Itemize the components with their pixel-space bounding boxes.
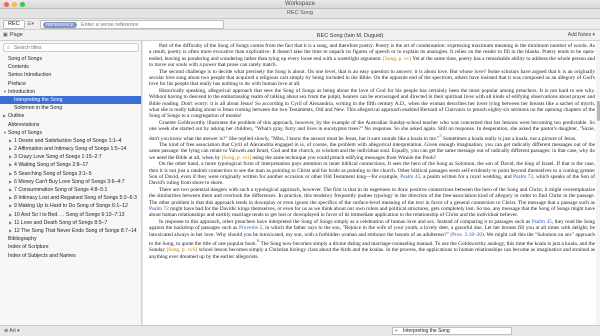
tab-rec-song[interactable]: REC Song <box>0 10 600 16</box>
toc-tree: Song of Songs Contents Series Introduction… <box>0 55 141 260</box>
add-notes-button[interactable]: Add Notes ▾ <box>568 32 595 38</box>
paragraph: Historically speaking, allegorical appro… <box>149 87 595 120</box>
location-field[interactable]: ⌖ Interpreting the Song <box>392 327 512 335</box>
reference-token[interactable]: REFERENCE <box>43 22 77 28</box>
toc-item[interactable]: Abbreviations <box>0 121 141 129</box>
sidebar-toggle-icon[interactable]: ▣ <box>3 32 8 38</box>
toc-item-label: 11 Love and Death Song of Songs 8:5–7 <box>14 219 108 226</box>
toc-item[interactable]: Index of Subjects and Names <box>0 252 141 260</box>
toc-item-label: 6 Money Can't Buy Love Song of Songs 3:6… <box>14 178 125 185</box>
scrollbar[interactable] <box>596 41 600 325</box>
toc-item[interactable]: Song of Songs <box>0 55 141 63</box>
scrollbar-thumb[interactable] <box>596 101 600 121</box>
table-of-contents-sidebar: ⌕ Song of Songs ContentsSeries Introducti… <box>0 41 142 325</box>
paragraph: The kind of free association that Cyril … <box>149 141 595 161</box>
toc-item[interactable]: Contents <box>0 63 141 71</box>
toc-item-label: 12 The Song That Never Ends Song of Song… <box>14 227 137 234</box>
toc-item[interactable]: ▶ 1 Desire and Satisfaction Song of Songs… <box>0 137 141 145</box>
toc-item-label: Introduction <box>8 88 36 95</box>
page-reference[interactable]: [Song, p. xvi] <box>222 155 251 161</box>
document-pane: Part of the difficulty of the Song of So… <box>143 41 600 325</box>
toc-item-label: Song of Songs <box>8 129 43 136</box>
toc-item-label: Interpreting the Song <box>14 96 63 103</box>
sidebar-search[interactable]: ⌕ <box>3 43 139 52</box>
toc-item-label: 7 Consummation Song of Songs 4:8–5:1 <box>14 187 108 193</box>
document-body: Part of the difficulty of the Song of So… <box>143 41 600 260</box>
toc-item[interactable]: Bibliography <box>0 235 141 243</box>
toc-item[interactable]: ▶ 7 Consummation Song of Songs 4:8–5:1 <box>0 186 141 194</box>
search-icon: ⌕ <box>7 45 10 51</box>
toc-item[interactable]: Index of Scripture <box>0 243 141 251</box>
status-bar: ⊕ Art ▾ ⌖ Interpreting the Song <box>0 325 600 336</box>
scripture-link[interactable]: Psalm 45 <box>532 219 552 225</box>
toc-item[interactable]: ▶ 9 Making Up Is Hard to Do Song of Songs… <box>0 202 141 210</box>
toc-item[interactable]: Series Introduction <box>0 71 141 79</box>
toc-item-label: Series Introduction <box>8 72 52 79</box>
footnote-link[interactable]: 6 <box>257 238 259 243</box>
toc-item-label: Preface <box>8 80 26 87</box>
toc-item[interactable]: Interpreting the Song <box>0 95 141 105</box>
title-bar: Workspace <box>0 0 600 9</box>
status-left: ⊕ Art ▾ <box>4 328 20 334</box>
toc-item[interactable]: ▶ 2 Affirmation and Intimacy Song of Song… <box>0 145 141 153</box>
toc-item-label: 10 And So I to Bed. . . Song of Songs 6:… <box>14 211 125 218</box>
pane-title: REC Song (Iain M. Duguid) <box>316 33 384 39</box>
page-reference[interactable]: [Song, p. xvii] <box>166 247 197 253</box>
scripture-link[interactable]: Psalm 45 <box>400 174 420 180</box>
paragraph: The second challenge is to decide what p… <box>149 68 595 88</box>
toc-item-label: 4 Waiting Song of Songs 2:8–17 <box>14 162 89 169</box>
scripture-link[interactable]: Psalm 72 <box>513 174 533 180</box>
toc-item[interactable]: ▶ 3 Crazy Love Song of Songs 1:15–2:7 <box>0 153 141 161</box>
toc-item[interactable]: ▼Introduction <box>0 88 141 96</box>
tab-bar: REC Song <box>0 9 600 19</box>
toc-item[interactable]: ▶ 8 Intimacy Lost and Regained Song of So… <box>0 194 141 202</box>
paragraph: In response to this approach, other prea… <box>149 218 596 260</box>
scripture-link[interactable]: Proverbs 5 <box>239 225 262 231</box>
toc-item-label: Index of Scripture <box>8 244 49 251</box>
paragraph: Part of the difficulty of the Song of So… <box>149 43 596 69</box>
toc-item-label: 1 Desire and Satisfaction Song of Songs … <box>14 137 122 144</box>
toc-item-label: 3 Crazy Love Song of Songs 1:15–2:7 <box>14 154 102 161</box>
toc-item-label: Solomon in the Song <box>14 105 63 112</box>
toc-item[interactable]: ▶ 5 Searching Song of Songs 3:1–5 <box>0 170 141 178</box>
toc-item[interactable]: ▶ 4 Waiting Song of Songs 2:8–17 <box>0 161 141 169</box>
reference-box[interactable]: REFERENCE <box>40 20 224 29</box>
paragraph: There are two potential dangers with suc… <box>149 186 595 219</box>
footnote-link[interactable]: 5 <box>439 133 441 138</box>
page-dropdown[interactable]: Page <box>10 32 23 38</box>
toc-item-label: Abbreviations <box>8 121 40 128</box>
reference-input[interactable] <box>81 21 221 28</box>
toc-item[interactable]: ▶ 6 Money Can't Buy Love Song of Songs 3:… <box>0 178 141 186</box>
toc-item-label: 8 Intimacy Lost and Regained Song of Son… <box>14 195 137 202</box>
toc-item[interactable]: Solomon in the Song <box>0 104 141 112</box>
location-icon: ⌖ <box>395 328 398 334</box>
window-title: Workspace <box>285 1 315 7</box>
toc-item[interactable]: ▶ 10 And So I to Bed. . . Song of Songs 6… <box>0 211 141 219</box>
toc-item-label: 9 Making Up Is Hard to Do Song of Songs … <box>14 203 128 210</box>
toc-item[interactable]: ▼Song of Songs <box>0 129 141 137</box>
list-icon[interactable]: ☰▾ <box>27 21 39 28</box>
toc-item[interactable]: Preface <box>0 80 141 88</box>
toc-item[interactable]: ▶ 11 Love and Death Song of Songs 8:5–7 <box>0 219 141 227</box>
toc-item[interactable]: ▶ Outline <box>0 112 141 120</box>
scripture-link[interactable]: (Prov. 5:18–20) <box>450 232 484 238</box>
paragraph: On the other hand, a more typological fo… <box>149 161 596 187</box>
version-selector[interactable]: REC <box>3 20 25 29</box>
navigation-bar: REC ☰▾ REFERENCE <box>0 19 600 30</box>
toc-item[interactable]: ▶ 12 The Song That Never Ends Song of Son… <box>0 227 141 235</box>
toc-item-label: Bibliography <box>8 236 37 243</box>
toc-item-label: Contents <box>8 64 29 71</box>
toc-item-label: Index of Subjects and Names <box>8 252 76 259</box>
sidebar-search-input[interactable] <box>14 44 134 51</box>
page-reference[interactable]: [Song, p. xv] <box>383 56 411 62</box>
paragraph: Graeme Goldsworthy illustrates the probl… <box>149 119 595 142</box>
add-notes-label: Add Notes <box>567 32 592 38</box>
toc-item-label: 5 Searching Song of Songs 3:1–5 <box>14 170 92 177</box>
toc-item-label: 2 Affirmation and Intimacy Song of Songs… <box>14 146 127 153</box>
toc-item-label: Outline <box>8 113 25 120</box>
toc-item-label: Song of Songs <box>8 56 43 62</box>
